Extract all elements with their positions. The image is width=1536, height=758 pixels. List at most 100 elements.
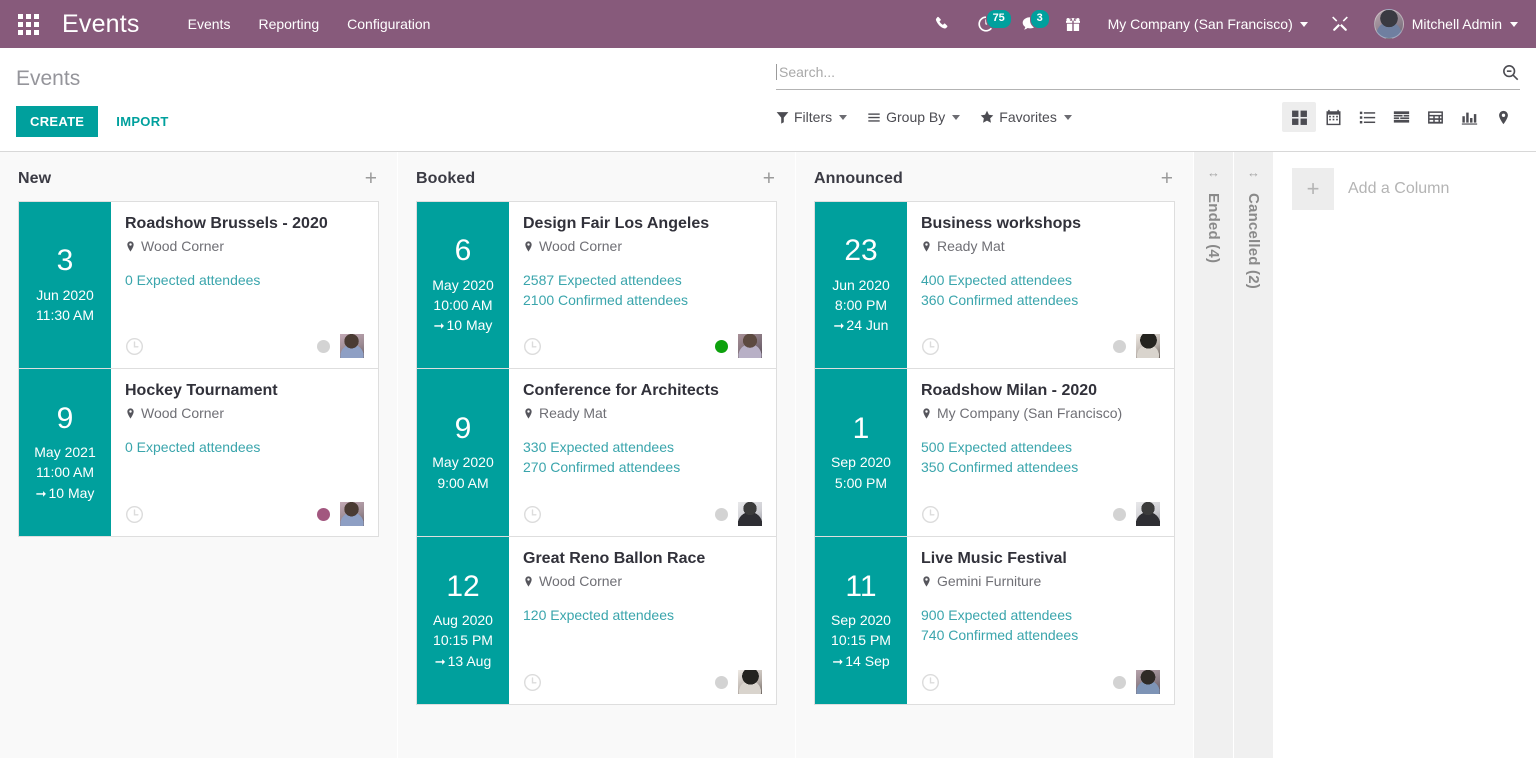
card-title: Great Reno Ballon Race [523,549,762,569]
create-button[interactable]: CREATE [16,106,98,137]
status-badge[interactable] [317,508,330,521]
schedule-activity-button[interactable] [523,337,542,356]
schedule-activity-button[interactable] [921,337,940,356]
add-record-button[interactable]: + [1159,168,1175,189]
status-badge[interactable] [715,340,728,353]
kanban-card[interactable]: 9May 20209:00 AMConference for Architect… [416,369,777,537]
status-badge[interactable] [1113,508,1126,521]
graph-view-button[interactable] [1452,102,1486,132]
kanban-card[interactable]: 9May 202111:00 AM➞10 MayHockey Tournamen… [18,369,379,537]
activity-menu-button[interactable]: 75 [964,0,1008,48]
card-location: Wood Corner [523,572,762,590]
filters-dropdown[interactable]: Filters [776,109,847,125]
apps-menu-toggle[interactable] [0,0,56,48]
avatar[interactable] [340,502,364,526]
search-input[interactable] [776,64,1493,80]
avatar[interactable] [1136,502,1160,526]
card-end-date: ➞10 May [36,483,95,504]
card-footer [125,492,364,526]
card-footer-right [317,334,364,358]
status-badge[interactable] [715,676,728,689]
clock-icon [921,505,940,524]
card-body: Live Music FestivalGemini Furniture900 E… [907,537,1174,704]
kanban-column: New+3Jun 202011:30 AMRoadshow Brussels -… [0,152,398,758]
chevron-down-icon [1510,22,1518,27]
calendar-icon [1325,109,1342,126]
add-column-button[interactable]: + [1292,168,1334,210]
schedule-activity-button[interactable] [921,673,940,692]
gantt-view-button[interactable] [1384,102,1418,132]
kanban-card[interactable]: 6May 202010:00 AM➞10 MayDesign Fair Los … [416,201,777,369]
kanban-view-button[interactable] [1282,102,1316,132]
avatar[interactable] [1136,334,1160,358]
expand-column-icon[interactable]: ↔ [1207,166,1220,179]
clock-icon [921,337,940,356]
debug-tools-button[interactable] [1318,0,1362,48]
map-view-button[interactable] [1486,102,1520,132]
add-record-button[interactable]: + [363,168,379,189]
schedule-activity-button[interactable] [921,505,940,524]
card-end-date: ➞13 Aug [435,651,492,672]
star-icon [980,110,994,124]
schedule-activity-button[interactable] [523,673,542,692]
card-body: Hockey Tournament Wood Corner 0 Expected a… [111,369,378,536]
card-date-block: 9May 20209:00 AM [417,369,509,536]
card-body: Roadshow Brussels - 2020Wood Corner0 Exp… [111,202,378,368]
card-month-year: Sep 2020 [831,452,891,472]
kanban-card[interactable]: 11Sep 202010:15 PM➞14 SepLive Music Fest… [814,537,1175,705]
status-badge[interactable] [715,508,728,521]
chevron-down-icon [839,115,847,120]
card-title: Roadshow Brussels - 2020 [125,214,364,234]
main-menu-bar: Events Reporting Configuration [174,0,445,48]
calendar-view-button[interactable] [1316,102,1350,132]
expand-column-icon[interactable]: ↔ [1247,166,1260,179]
card-expected-attendees: 0 Expected attendees [125,438,364,458]
map-pin-icon [921,407,932,420]
list-view-button[interactable] [1350,102,1384,132]
schedule-activity-button[interactable] [125,505,144,524]
company-switcher[interactable]: My Company (San Francisco) [1094,0,1318,48]
kanban-column-body: 6May 202010:00 AM➞10 MayDesign Fair Los … [398,201,795,705]
card-title: Hockey Tournament [125,381,364,401]
avatar[interactable] [1136,670,1160,694]
card-location-label: Wood Corner [141,404,224,422]
kanban-card[interactable]: 12Aug 202010:15 PM➞13 AugGreat Reno Ball… [416,537,777,705]
card-title: Live Music Festival [921,549,1160,569]
group-by-dropdown[interactable]: Group By [867,109,960,125]
card-stats: 500 Expected attendees350 Confirmed atte… [921,438,1160,478]
schedule-activity-button[interactable] [523,505,542,524]
avatar[interactable] [738,502,762,526]
gift-menu-button[interactable] [1052,0,1094,48]
kanban-card[interactable]: 3Jun 202011:30 AMRoadshow Brussels - 202… [18,201,379,369]
user-menu[interactable]: Mitchell Admin [1362,0,1522,48]
kanban-column-folded[interactable]: ↔Cancelled (2) [1234,152,1274,758]
tools-wrench-icon [1331,15,1349,33]
status-badge[interactable] [1113,676,1126,689]
kanban-card[interactable]: 1Sep 20205:00 PMRoadshow Milan - 2020My … [814,369,1175,537]
add-record-button[interactable]: + [761,168,777,189]
filter-icon [776,111,789,124]
company-name-label: My Company (San Francisco) [1108,16,1293,32]
kanban-column-folded[interactable]: ↔Ended (4) [1194,152,1234,758]
avatar[interactable] [738,670,762,694]
kanban-card[interactable]: 23Jun 20208:00 PM➞24 JunBusiness worksho… [814,201,1175,369]
messages-menu-button[interactable]: 3 [1008,0,1052,48]
avatar[interactable] [738,334,762,358]
status-badge[interactable] [1113,340,1126,353]
card-date-block: 6May 202010:00 AM➞10 May [417,202,509,368]
card-location-label: Gemini Furniture [937,572,1041,590]
import-button[interactable]: IMPORT [106,106,178,137]
menu-item-events[interactable]: Events [174,0,245,48]
favorites-dropdown[interactable]: Favorites [980,109,1072,125]
card-expected-attendees: 400 Expected attendees [921,271,1160,291]
phone-icon-button[interactable] [921,0,964,48]
card-end-date: ➞10 May [434,315,493,336]
search-icon[interactable] [1493,63,1520,82]
menu-item-reporting[interactable]: Reporting [244,0,333,48]
kanban-board: New+3Jun 202011:30 AMRoadshow Brussels -… [0,152,1536,758]
status-badge[interactable] [317,340,330,353]
avatar[interactable] [340,334,364,358]
menu-item-configuration[interactable]: Configuration [333,0,444,48]
pivot-view-button[interactable] [1418,102,1452,132]
schedule-activity-button[interactable] [125,337,144,356]
